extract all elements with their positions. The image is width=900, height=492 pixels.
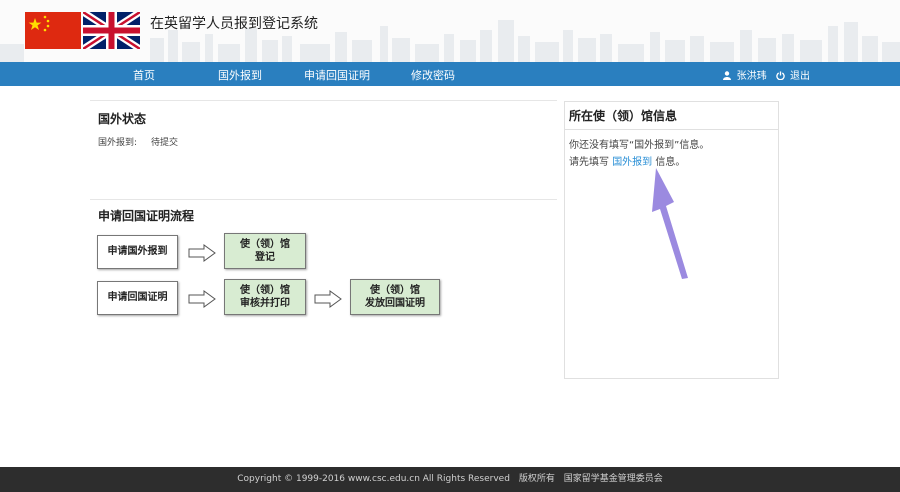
report-status-label: 国外报到: [98, 138, 138, 148]
nav-item-change-password[interactable]: 修改密码 [411, 67, 455, 83]
section-divider [90, 199, 557, 200]
flow-step-embassy-issue-certificate: 使（领）馆 发放回国证明 [350, 279, 440, 315]
flow-step-apply-report: 申请国外报到 [97, 235, 178, 269]
site-title: 在英留学人员报到登记系统 [150, 16, 318, 32]
nav-item-return-certificate[interactable]: 申请回国证明 [304, 67, 370, 83]
user-name[interactable]: 张洪玮 [737, 71, 767, 82]
site-header: 在英留学人员报到登记系统 [0, 0, 900, 62]
flow-arrow-icon [314, 290, 342, 308]
logout-link[interactable]: 退出 [790, 71, 810, 82]
flow-arrow-icon [188, 290, 216, 308]
footer-copyright: Copyright © 1999-2016 www.csc.edu.cn All… [237, 474, 510, 484]
nav-item-home[interactable]: 首页 [133, 67, 155, 83]
user-area: 张洪玮 退出 [723, 67, 810, 82]
report-status-value: 待提交 [151, 138, 179, 148]
flow-step-apply-certificate: 申请回国证明 [97, 281, 178, 315]
overseas-status-panel [90, 100, 557, 200]
footer-rights: 版权所有 [518, 474, 555, 484]
flow-step-embassy-review-print: 使（领）馆 审核并打印 [224, 279, 306, 315]
main-navbar: 首页 国外报到 申请回国证明 修改密码 张洪玮 退出 [0, 62, 900, 86]
power-icon[interactable] [776, 71, 785, 81]
china-flag-icon [25, 12, 81, 49]
nav-item-overseas-report[interactable]: 国外报到 [218, 67, 262, 83]
user-icon [723, 71, 732, 80]
footer-org: 国家留学基金管理委员会 [563, 474, 663, 484]
status-title: 国外状态 [98, 112, 147, 126]
embassy-info-notice: 你还没有填写“国外报到”信息。 [569, 140, 710, 151]
flow-arrow-icon [188, 244, 216, 262]
uk-flag-icon [81, 9, 142, 52]
flow-step-embassy-register: 使（领）馆 登记 [224, 233, 306, 269]
embassy-info-title: 所在使（领）馆信息 [569, 109, 678, 123]
site-footer: Copyright © 1999-2016 www.csc.edu.cn All… [0, 467, 900, 492]
annotation-arrow-icon [652, 168, 688, 279]
instruction-prefix: 请先填写 [569, 157, 609, 168]
flow-title: 申请回国证明流程 [98, 209, 195, 223]
